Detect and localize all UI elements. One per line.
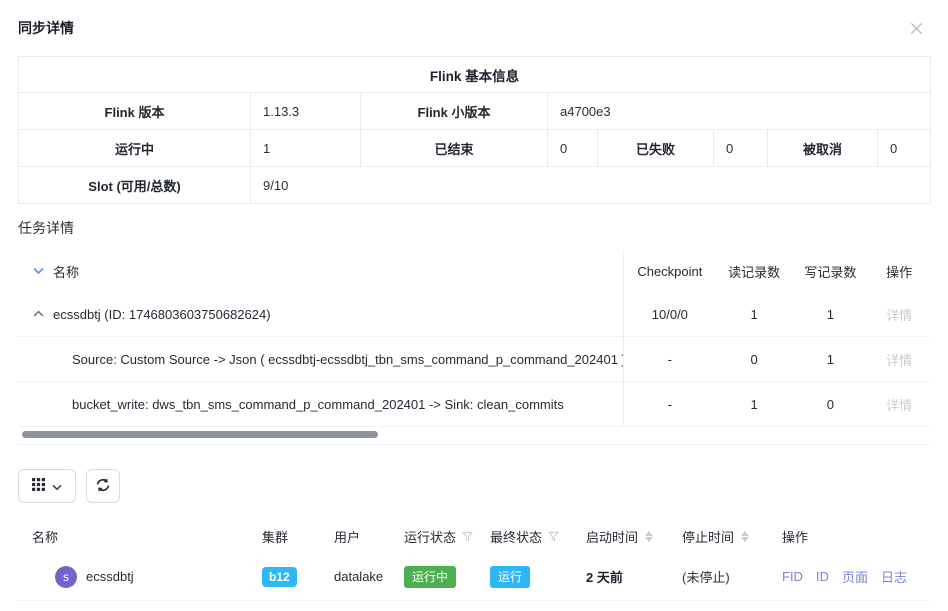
column-stop-time: 停止时间 [682, 527, 734, 546]
column-settings-button[interactable] [18, 469, 76, 503]
job-name: ecssdbtj [86, 569, 134, 584]
final-status-badge: 运行 [490, 566, 530, 588]
close-icon[interactable] [908, 20, 924, 36]
canceled-label: 被取消 [768, 130, 878, 167]
column-final-status: 最终状态 [490, 527, 542, 546]
sort-icon[interactable] [645, 531, 653, 542]
flink-version-label: Flink 版本 [19, 93, 251, 130]
task-write-count: 0 [792, 397, 868, 412]
column-write-records: 写记录数 [792, 262, 868, 281]
collapse-icon[interactable] [33, 310, 44, 318]
task-row-source: Source: Custom Source -> Json ( ecssdbtj… [18, 337, 930, 382]
slot-value: 9/10 [251, 167, 931, 204]
table-toolbar [18, 469, 930, 503]
fid-link[interactable]: FID [782, 569, 803, 584]
refresh-button[interactable] [86, 469, 120, 503]
slot-label: Slot (可用/总数) [19, 167, 251, 204]
avatar: s [55, 566, 77, 588]
task-name: ecssdbtj (ID: 1746803603750682624) [53, 307, 271, 322]
task-checkpoint: - [624, 397, 716, 412]
column-read-records: 读记录数 [716, 262, 793, 281]
failed-label: 已失败 [598, 130, 714, 167]
sync-detail-modal: 同步详情 Flink 基本信息 Flink 版本 1.13.3 Flink 小版… [0, 0, 948, 611]
filter-icon[interactable] [548, 531, 559, 542]
task-read-count: 1 [716, 397, 793, 412]
divider [18, 444, 930, 445]
modal-header: 同步详情 [18, 0, 930, 52]
chevron-down-icon [52, 479, 62, 494]
modal-title: 同步详情 [18, 18, 74, 38]
horizontal-scrollbar [18, 431, 930, 438]
column-name: 名称 [53, 262, 79, 281]
id-link[interactable]: ID [816, 569, 829, 584]
task-table-header: 名称 Checkpoint 读记录数 写记录数 操作 [18, 250, 930, 292]
jobs-table: 名称 集群 用户 运行状态 最终状态 启动时间 [18, 519, 930, 601]
job-stop-time: (未停止) [682, 567, 730, 586]
chevron-down-icon[interactable] [33, 267, 44, 275]
page-link[interactable]: 页面 [842, 567, 868, 586]
job-row: s ecssdbtj b12 datalake 运行中 运行 2 天前 (未停止… [18, 553, 930, 601]
flink-minor-version-value: a4700e3 [548, 93, 931, 130]
column-start-time: 启动时间 [586, 527, 638, 546]
task-read-count: 1 [716, 307, 793, 322]
task-row-parent: ecssdbtj (ID: 1746803603750682624) 10/0/… [18, 292, 930, 337]
filter-icon[interactable] [462, 531, 473, 542]
flink-version-value: 1.13.3 [251, 93, 361, 130]
task-detail-link[interactable]: 详情 [886, 398, 912, 413]
column-action: 操作 [782, 527, 930, 546]
canceled-value: 0 [878, 130, 931, 167]
task-detail-link[interactable]: 详情 [886, 308, 912, 323]
task-detail-link[interactable]: 详情 [886, 353, 912, 368]
column-user: 用户 [334, 527, 404, 546]
finished-value: 0 [548, 130, 598, 167]
jobs-table-header: 名称 集群 用户 运行状态 最终状态 启动时间 [18, 519, 930, 553]
task-checkpoint: 10/0/0 [624, 307, 716, 322]
task-checkpoint: - [624, 352, 716, 367]
task-row-sink: bucket_write: dws_tbn_sms_command_p_comm… [18, 382, 930, 427]
task-write-count: 1 [792, 307, 868, 322]
flink-info-table: Flink 基本信息 Flink 版本 1.13.3 Flink 小版本 a47… [18, 56, 931, 204]
cluster-badge: b12 [262, 567, 297, 587]
column-cluster: 集群 [262, 527, 334, 546]
column-action: 操作 [868, 262, 930, 281]
column-run-status: 运行状态 [404, 527, 456, 546]
job-user: datalake [334, 569, 404, 584]
scrollbar-thumb[interactable] [22, 431, 378, 438]
sort-icon[interactable] [741, 531, 749, 542]
failed-value: 0 [714, 130, 768, 167]
flink-minor-version-label: Flink 小版本 [361, 93, 548, 130]
task-table: 名称 Checkpoint 读记录数 写记录数 操作 ecssdbtj (ID:… [18, 250, 930, 438]
flink-info-header: Flink 基本信息 [19, 57, 931, 93]
task-write-count: 1 [792, 352, 868, 367]
finished-label: 已结束 [361, 130, 548, 167]
task-details-title: 任务详情 [18, 218, 930, 238]
grid-icon [32, 478, 45, 494]
column-name: 名称 [32, 527, 262, 546]
refresh-icon [95, 477, 111, 496]
column-checkpoint: Checkpoint [624, 264, 716, 279]
run-status-badge: 运行中 [404, 566, 456, 588]
task-read-count: 0 [716, 352, 793, 367]
job-start-time: 2 天前 [586, 567, 623, 586]
log-link[interactable]: 日志 [881, 567, 907, 586]
task-name: Source: Custom Source -> Json ( ecssdbtj… [72, 352, 623, 367]
running-label: 运行中 [19, 130, 251, 167]
task-name: bucket_write: dws_tbn_sms_command_p_comm… [72, 397, 564, 412]
running-value: 1 [251, 130, 361, 167]
